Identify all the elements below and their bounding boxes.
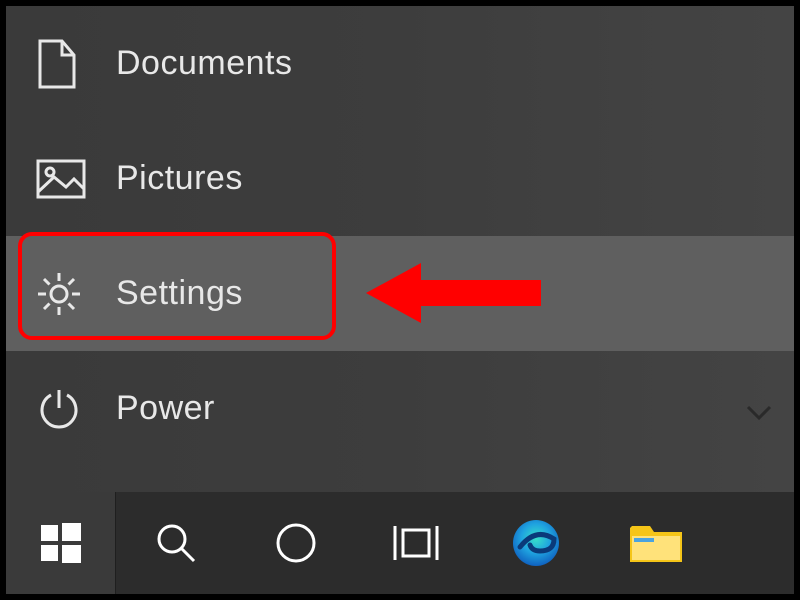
windows-logo-icon [37,519,85,567]
start-menu-item-settings[interactable]: Settings [6,236,794,351]
document-icon [36,39,116,89]
menu-item-label: Power [116,389,215,428]
taskbar-edge-button[interactable] [476,492,596,594]
taskbar-file-explorer-button[interactable] [596,492,716,594]
file-explorer-icon [628,520,684,566]
edge-icon [510,517,562,569]
taskbar-task-view-button[interactable] [356,492,476,594]
taskbar-start-button[interactable] [6,492,116,594]
taskbar [6,492,794,594]
taskbar-cortana-button[interactable] [236,492,356,594]
start-menu-panel: Documents Pictures [6,6,794,492]
gear-icon [36,271,116,317]
search-icon [152,519,200,567]
pictures-icon [36,159,116,199]
menu-item-label: Settings [116,274,243,313]
taskbar-search-button[interactable] [116,492,236,594]
menu-item-label: Pictures [116,159,243,198]
power-icon [36,386,116,432]
start-menu-item-pictures[interactable]: Pictures [6,121,794,236]
task-view-icon [389,522,443,564]
start-menu-item-documents[interactable]: Documents [6,6,794,121]
menu-item-label: Documents [116,44,292,83]
circle-icon [272,519,320,567]
start-menu-item-power[interactable]: Power [6,351,794,466]
chevron-down-icon[interactable] [742,396,776,430]
